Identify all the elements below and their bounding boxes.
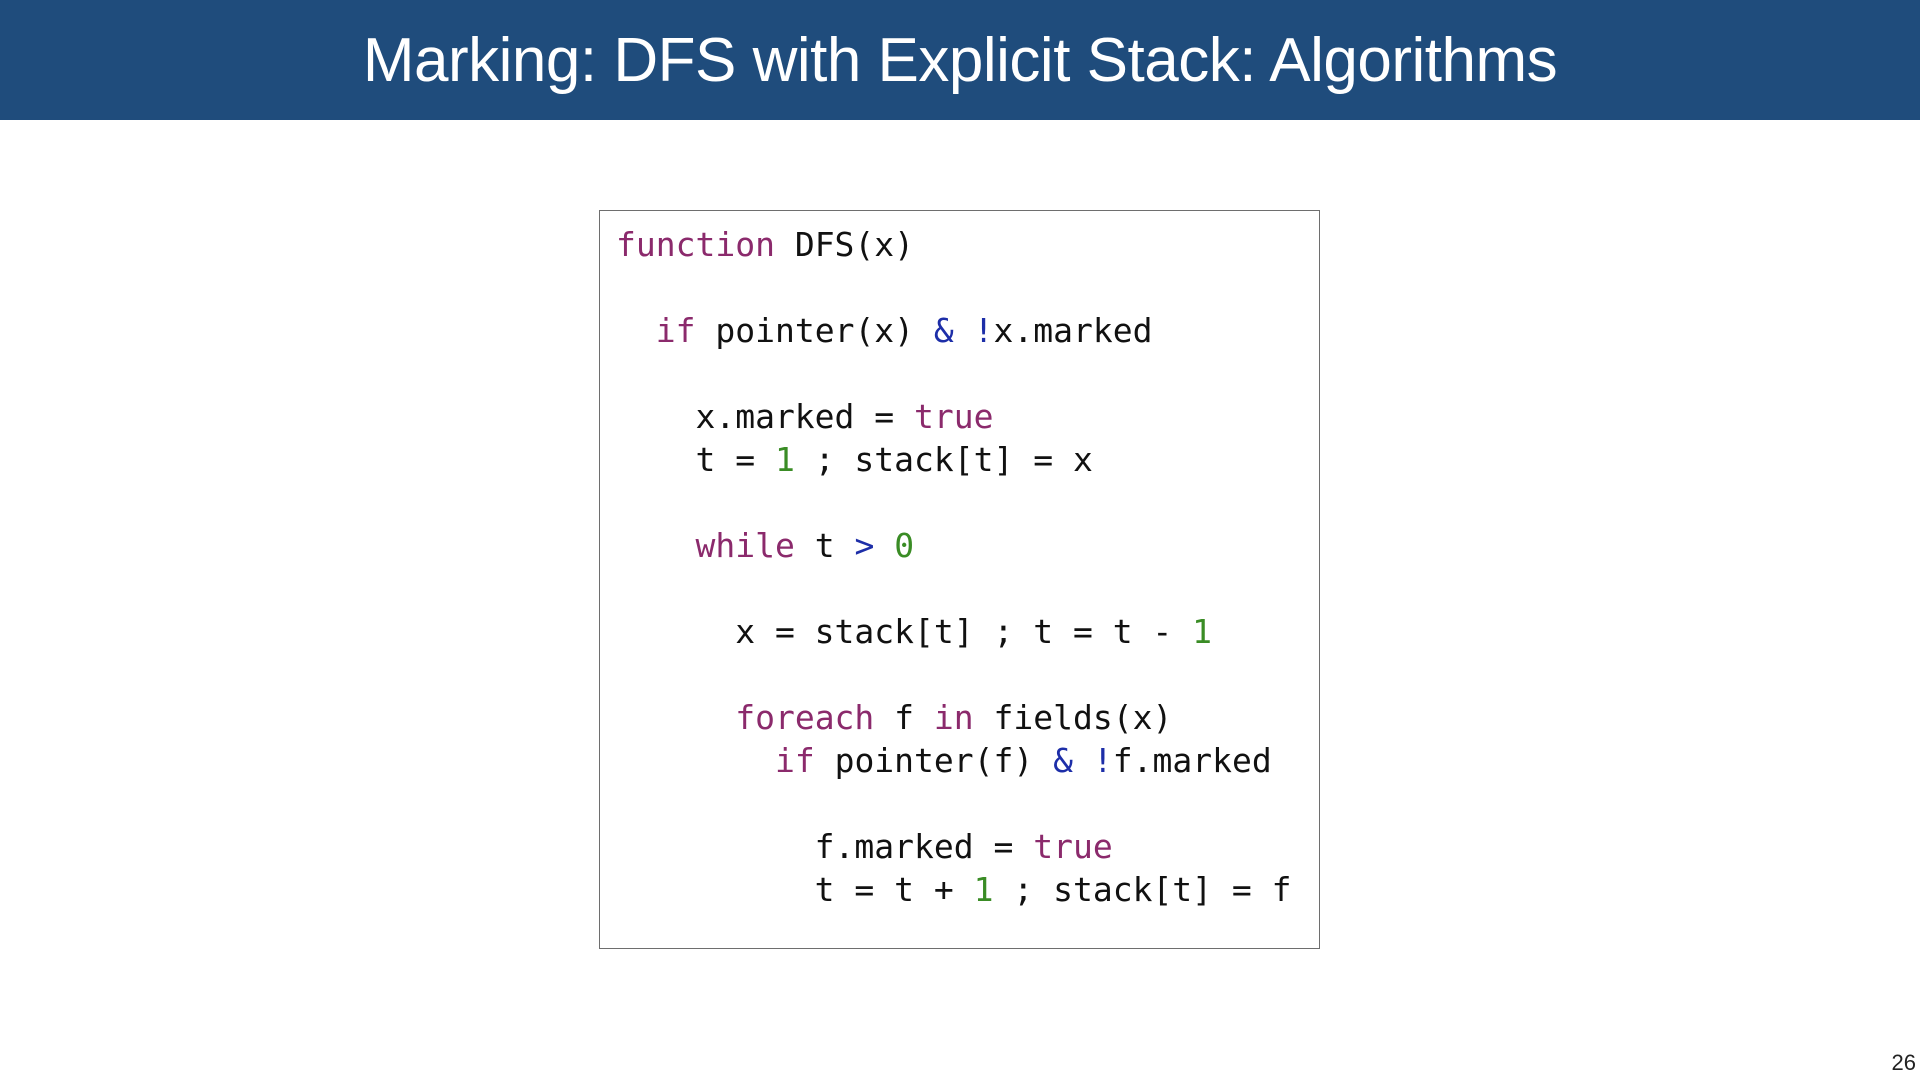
code-token: true (914, 397, 994, 436)
code-line: t = 1 ; stack[t] = x (616, 438, 1292, 481)
code-token: x.marked = (616, 397, 915, 436)
code-block: function DFS(x) if pointer(x) & !x.marke… (616, 223, 1292, 911)
code-line: if pointer(x) & !x.marked (616, 309, 1292, 352)
code-line: t = t + 1 ; stack[t] = f (616, 868, 1292, 911)
code-line: function DFS(x) (616, 223, 1292, 266)
code-token: t (794, 526, 855, 565)
code-token: ! (1092, 741, 1113, 780)
code-token: if (774, 741, 815, 780)
code-token: f (874, 698, 934, 737)
code-token: f.marked (1112, 741, 1272, 780)
code-token: > (854, 526, 875, 565)
code-token: 1 (774, 440, 795, 479)
code-token: pointer(x) (695, 311, 934, 350)
code-token: if (655, 311, 696, 350)
code-token: ! (973, 311, 994, 350)
code-token: x = stack[t] ; t = t - (616, 612, 1193, 651)
code-token: foreach (735, 698, 875, 737)
code-token: DFS(x) (774, 225, 915, 264)
code-line: if pointer(f) & !f.marked (616, 739, 1292, 782)
code-token: t = t + (616, 870, 974, 909)
title-bar: Marking: DFS with Explicit Stack: Algori… (0, 0, 1920, 120)
code-token: & (1053, 741, 1073, 780)
code-token: pointer(f) (814, 741, 1054, 780)
page-number: 26 (1891, 1050, 1916, 1075)
code-token: while (695, 526, 795, 565)
slide-title: Marking: DFS with Explicit Stack: Algori… (362, 25, 1558, 95)
code-token: x.marked (993, 311, 1153, 350)
code-box: function DFS(x) if pointer(x) & !x.marke… (599, 210, 1320, 949)
code-line: f.marked = true (616, 825, 1292, 868)
code-token: in (933, 698, 974, 737)
code-token: ; stack[t] = x (794, 440, 1093, 479)
code-token: ; stack[t] = f (993, 870, 1292, 909)
code-token: 1 (1192, 612, 1213, 651)
code-token: fields(x) (973, 698, 1173, 737)
code-line: x = stack[t] ; t = t - 1 (616, 610, 1292, 653)
code-token: & (933, 311, 954, 350)
code-line: foreach f in fields(x) (616, 696, 1292, 739)
code-token: t = (616, 440, 775, 479)
code-token: true (1033, 827, 1113, 866)
code-line: x.marked = true (616, 395, 1292, 438)
code-token: 0 (894, 526, 915, 565)
code-token: f.marked = (616, 827, 1034, 866)
code-line: while t > 0 (616, 524, 1292, 567)
code-token: 1 (973, 870, 994, 909)
slide: Marking: DFS with Explicit Stack: Algori… (0, 0, 1920, 1080)
code-token: function (616, 225, 775, 264)
